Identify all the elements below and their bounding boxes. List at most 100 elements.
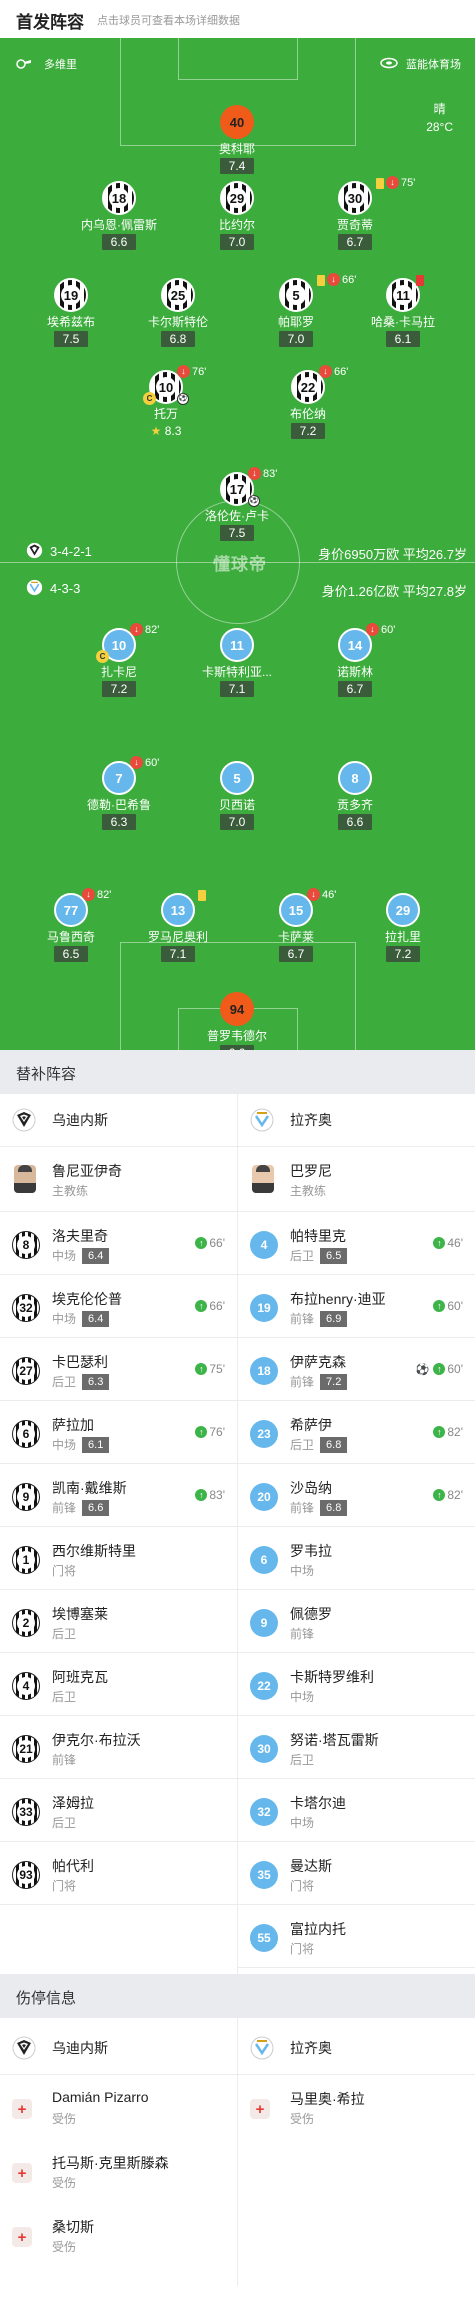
sub-minute: 60' [145,756,160,769]
player-name: 埃克伦伦普 [52,1291,122,1307]
away-sub-row[interactable]: 4 帕特里克 后卫 6.5 ↑ 46' [238,1212,475,1276]
player-rating: 6.3 [101,814,137,830]
player-name: 伊克尔·布拉沃 [52,1732,141,1748]
sub-out-icon: ↓ [248,467,261,480]
away-sub-row[interactable]: 18 伊萨克森 前锋 7.2 ⚽ ↑ 60' [238,1338,475,1402]
home-sub-row[interactable]: 27 卡巴瑟利 后卫 6.3 ↑ 75' [0,1338,237,1402]
away-player[interactable]: 14 ↓ 60' 诺斯林 6.7 [295,623,415,698]
goal-ball-icon: ⚽ [415,1363,430,1376]
player-number: 5 [220,761,254,795]
number-text: 25 [168,285,188,305]
away-player[interactable]: 11 卡斯特利亚... 7.1 [177,628,297,698]
home-formation: 3-4-2-1 [50,544,92,559]
away-sub-row[interactable]: 9 佩德罗 前锋 [238,1590,475,1654]
home-injury-row[interactable]: + 桑切斯 受伤 [0,2203,237,2267]
away-sub-row[interactable]: 22 卡斯特罗维利 中场 [238,1653,475,1717]
player-marker: 8 [338,761,372,795]
player-number: 27 [12,1357,40,1385]
player-name: Damián Pizarro [52,2089,149,2105]
home-player[interactable]: 22 ↓ 66' 布伦纳 7.2 [248,365,368,440]
sub-minute: 82' [145,623,160,636]
home-sub-row[interactable]: 2 埃博塞莱 后卫 [0,1590,237,1654]
home-injury-row[interactable]: + Damián Pizarro 受伤 [0,2075,237,2139]
home-sub-row[interactable]: 4 阿班克瓦 后卫 [0,1653,237,1717]
sub-out-icon: ↓ [130,623,143,636]
player-position: 后卫 6.8 [290,1436,348,1453]
home-player[interactable]: 40 奥科耶 7.4 [177,105,297,175]
player-marker: 19 [54,278,88,312]
injury-away-team-name: 拉齐奥 [290,2040,332,2056]
away-sub-row[interactable]: 23 希萨伊 后卫 6.8 ↑ 82' [238,1401,475,1465]
player-name: 普罗韦德尔 [206,1029,267,1043]
home-sub-row[interactable]: 6 萨拉加 中场 6.1 ↑ 76' [0,1401,237,1465]
home-player[interactable]: 17 ⚽ ↓ 83' 洛伦佐·卢卡 7.5 [177,467,297,542]
away-sub-row[interactable]: 55 富拉内托 门将 [238,1905,475,1969]
player-name: 扎卡尼 [100,665,137,679]
player-name: 伊萨克森 [290,1354,346,1370]
sub-in-icon: ↑ [195,1237,208,1249]
away-player[interactable]: 15 ↓ 46' 卡萨莱 6.7 [236,888,356,963]
home-sub-row[interactable]: 33 泽姆拉 后卫 [0,1779,237,1843]
player-position: 后卫 [290,1751,314,1768]
player-rating: 6.8 [320,1436,348,1453]
player-marker: 29 [220,181,254,215]
home-player[interactable]: 25 卡尔斯特伦 6.8 [118,278,238,348]
lazio-logo-icon [250,1108,274,1132]
away-player[interactable]: 10 C ↓ 82' 扎卡尼 7.2 [59,623,179,698]
coach-name: 巴罗尼 [290,1163,332,1179]
home-player[interactable]: 19 埃希兹布 7.5 [11,278,131,348]
away-sub-row[interactable]: 32 卡塔尔迪 中场 [238,1779,475,1843]
home-sub-row[interactable]: 1 西尔维斯特里 门将 [0,1527,237,1591]
position-text: 中场 [290,1816,315,1830]
home-injury-row[interactable]: + 托马斯·克里斯滕森 受伤 [0,2139,237,2203]
home-sub-row[interactable]: 32 埃克伦伦普 中场 6.4 ↑ 66' [0,1275,237,1339]
away-player[interactable]: 8 贡多齐 6.6 [295,761,415,831]
goalkeeper-number: 94 [220,992,254,1026]
home-player[interactable]: 11 哈桑·卡马拉 6.1 [343,275,463,348]
away-player[interactable]: 77 ↓ 82' 马鲁西奇 6.5 [11,888,131,963]
player-marker: 29 [386,893,420,927]
player-number: 30 [250,1735,278,1763]
sub-out-indicator: ↓ 60' [366,623,395,636]
home-sub-row[interactable]: 8 洛夫里奇 中场 6.4 ↑ 66' [0,1212,237,1276]
away-coach[interactable]: 巴罗尼 主教练 [238,1147,475,1211]
home-coach[interactable]: 鲁尼亚伊奇 主教练 [0,1147,237,1211]
sub-out-indicator: ↓ 66' [319,365,348,378]
away-value: 身价1.26亿欧 平均27.8岁 [321,584,467,599]
player-rating: 7.5 [219,525,255,541]
away-player[interactable]: 5 贝西诺 7.0 [177,761,297,831]
home-sub-row[interactable]: 9 凯南·戴维斯 前锋 6.6 ↑ 83' [0,1464,237,1528]
away-sub-row[interactable]: 20 沙岛纳 前锋 6.8 ↑ 82' [238,1464,475,1528]
position-text: 中场 [52,1312,77,1326]
sub-in-indicator: ↑ 75' [195,1362,225,1376]
position-text: 前锋 [52,1753,77,1767]
away-sub-row[interactable]: 30 努诺·塔瓦雷斯 后卫 [238,1716,475,1780]
home-player[interactable]: 10 C ⚽ ↓ 76' 托万 ★ 8.3 [106,365,226,440]
away-player[interactable]: 29 拉扎里 7.2 [343,893,463,963]
away-player[interactable]: 7 ↓ 60' 德勒·巴希鲁 6.3 [59,756,179,831]
sub-in-indicator: ↑ 82' [433,1488,463,1502]
sub-in-icon: ↑ [433,1300,446,1312]
away-sub-row[interactable]: 35 曼达斯 门将 [238,1842,475,1906]
home-sub-row[interactable]: 21 伊克尔·布拉沃 前锋 [0,1716,237,1780]
home-player[interactable]: 5 ↓ 66' 帕耶罗 7.0 [236,273,356,348]
player-position: 中场 6.4 [52,1247,110,1264]
sub-in-icon: ↑ [195,1426,208,1438]
away-player[interactable]: 94普罗韦德尔6.6 [177,992,297,1050]
sub-in-icon: ↑ [195,1489,208,1501]
away-sub-row[interactable]: 6 罗韦拉 中场 [238,1527,475,1591]
away-sub-row[interactable]: 19 布拉henry·迪亚 前锋 6.9 ↑ 60' [238,1275,475,1339]
player-name: 洛伦佐·卢卡 [205,509,269,523]
home-player[interactable]: 29 比约尔 7.0 [177,181,297,251]
player-number: 9 [12,1483,40,1511]
captain-badge: C [143,392,156,405]
injury-home-team-name: 乌迪内斯 [52,2040,108,2056]
home-player[interactable]: 18 内乌恩·佩雷斯 6.6 [59,181,179,251]
player-position: 后卫 [52,1688,76,1705]
home-sub-row[interactable]: 93 帕代利 门将 [0,1842,237,1906]
away-player[interactable]: 13 罗马尼奥利 7.1 [118,890,238,963]
home-player[interactable]: 30 ↓ 75' 贾奇蒂 6.7 [295,176,415,251]
away-injury-row[interactable]: + 马里奥·希拉 受伤 [238,2075,475,2139]
injury-icon: + [12,2163,32,2183]
number-text: 4 [17,1677,35,1695]
